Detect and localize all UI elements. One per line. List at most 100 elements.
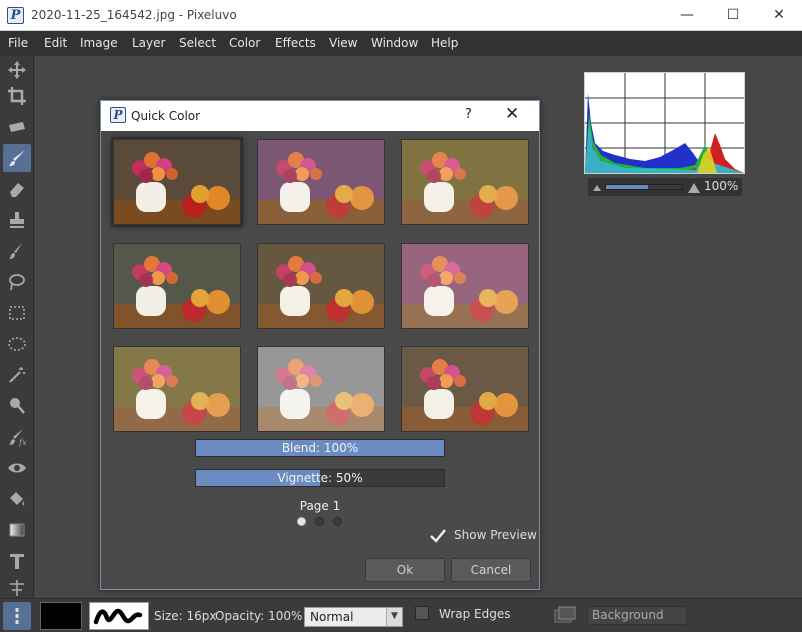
wrap-edges-label: Wrap Edges bbox=[439, 607, 511, 621]
preset-thumbnail-3[interactable] bbox=[401, 139, 529, 225]
text-tool[interactable] bbox=[3, 547, 31, 575]
dialog-help-button[interactable]: ? bbox=[465, 107, 472, 122]
clone-stamp-icon bbox=[10, 212, 24, 228]
crop-tool[interactable] bbox=[3, 82, 31, 110]
red-eye-tool[interactable] bbox=[3, 454, 31, 482]
menu-layer[interactable]: Layer bbox=[132, 36, 165, 50]
primary-color-swatch[interactable] bbox=[40, 602, 82, 630]
page-dot-1[interactable] bbox=[297, 517, 306, 526]
histogram-zoom-slider[interactable] bbox=[605, 184, 683, 190]
smudge-tool[interactable]: fx bbox=[3, 423, 31, 451]
dodge-tool[interactable] bbox=[3, 392, 31, 420]
move-tool[interactable] bbox=[3, 56, 31, 84]
dodge-icon bbox=[10, 398, 25, 414]
brush-stroke-icon bbox=[93, 608, 143, 625]
blend-slider-label: Blend: 100% bbox=[281, 441, 359, 455]
preset-thumbnail-7[interactable] bbox=[113, 346, 241, 432]
fill-icon bbox=[10, 492, 25, 506]
page-dot-2[interactable] bbox=[315, 517, 324, 526]
show-preview-label: Show Preview bbox=[454, 528, 537, 542]
menu-select[interactable]: Select bbox=[179, 36, 216, 50]
ellipse-select-tool[interactable] bbox=[3, 330, 31, 358]
preset-thumbnail-6[interactable] bbox=[401, 243, 529, 329]
move-icon bbox=[8, 61, 26, 79]
menu-window[interactable]: Window bbox=[371, 36, 418, 50]
lasso-tool[interactable] bbox=[3, 268, 31, 296]
fill-tool[interactable] bbox=[3, 485, 31, 513]
preset-thumbnail-4[interactable] bbox=[113, 243, 241, 329]
magic-wand-icon bbox=[9, 367, 25, 383]
layer-name-field[interactable]: Background bbox=[587, 606, 687, 625]
ok-button[interactable]: Ok bbox=[365, 558, 445, 582]
flowers-image bbox=[258, 347, 384, 431]
dialog-titlebar: P Quick Color ? ✕ bbox=[101, 101, 539, 131]
brush-tool[interactable] bbox=[3, 144, 31, 172]
show-preview-checkbox[interactable] bbox=[429, 527, 447, 545]
cancel-button[interactable]: Cancel bbox=[451, 558, 531, 582]
text-icon bbox=[10, 554, 24, 569]
flowers-image bbox=[402, 244, 528, 328]
blend-mode-select[interactable]: Normal ▼ bbox=[304, 607, 403, 627]
flowers-image bbox=[114, 244, 240, 328]
smudge-icon: fx bbox=[9, 429, 27, 447]
eraser-tool[interactable] bbox=[3, 175, 31, 203]
maximize-button[interactable]: ☐ bbox=[710, 0, 756, 30]
clone-stamp-tool[interactable] bbox=[3, 206, 31, 234]
preset-thumbnail-9[interactable] bbox=[401, 346, 529, 432]
menu-edit[interactable]: Edit bbox=[44, 36, 67, 50]
flowers-image bbox=[114, 347, 240, 431]
eraser-icon bbox=[10, 183, 24, 197]
vignette-slider[interactable]: Vignette: 50% bbox=[195, 469, 445, 487]
wrap-edges-checkbox[interactable] bbox=[415, 606, 429, 620]
preset-thumbnail-2[interactable] bbox=[257, 139, 385, 225]
dialog-close-button[interactable]: ✕ bbox=[505, 104, 519, 124]
dialog-app-icon: P bbox=[110, 107, 126, 123]
magic-wand-tool[interactable] bbox=[3, 361, 31, 389]
rect-select-tool[interactable] bbox=[3, 299, 31, 327]
page-dot-3[interactable] bbox=[333, 517, 342, 526]
chevron-down-icon: ▼ bbox=[386, 608, 402, 626]
grip-icon bbox=[15, 608, 19, 624]
vignette-slider-label: Vignette: 50% bbox=[277, 471, 363, 485]
gradient-fill-icon bbox=[9, 523, 25, 537]
preset-thumbnail-5[interactable] bbox=[257, 243, 385, 329]
rect-select-icon bbox=[9, 306, 25, 320]
close-window-button[interactable]: ✕ bbox=[756, 0, 802, 30]
transform-icon bbox=[10, 580, 24, 596]
menu-file[interactable]: File bbox=[8, 36, 28, 50]
preset-thumbnail-8[interactable] bbox=[257, 346, 385, 432]
minimize-button[interactable]: — bbox=[664, 0, 710, 30]
crop-icon bbox=[8, 87, 26, 105]
gradient-tool[interactable] bbox=[3, 113, 31, 141]
brush-preview[interactable] bbox=[89, 602, 149, 630]
gradient-icon bbox=[9, 122, 25, 132]
histogram-graph bbox=[585, 73, 744, 173]
menu-bar: File Edit Image Layer Select Color Effec… bbox=[0, 31, 802, 56]
histogram-slider-fill bbox=[606, 185, 648, 189]
lasso-icon bbox=[9, 274, 25, 291]
app-logo-icon: P bbox=[7, 7, 24, 24]
mountain-large-icon bbox=[688, 183, 700, 193]
window-titlebar: P 2020-11-25_164542.jpg - Pixeluvo — ☐ ✕ bbox=[0, 0, 802, 31]
menu-color[interactable]: Color bbox=[229, 36, 260, 50]
options-toggle-button[interactable] bbox=[3, 602, 31, 630]
brush-size-label: Size: 16px bbox=[154, 609, 217, 623]
blend-slider[interactable]: Blend: 100% bbox=[195, 439, 445, 457]
svg-text:fx: fx bbox=[18, 438, 27, 447]
eye-icon bbox=[8, 463, 26, 473]
preset-thumbnail-1[interactable] bbox=[113, 139, 241, 225]
layers-icon bbox=[554, 606, 576, 623]
histogram-zoom-label: 100% bbox=[704, 179, 739, 193]
gradient-fill-tool[interactable] bbox=[3, 516, 31, 544]
menu-view[interactable]: View bbox=[329, 36, 357, 50]
brush-icon bbox=[9, 150, 25, 166]
menu-image[interactable]: Image bbox=[80, 36, 118, 50]
heal-tool[interactable] bbox=[3, 237, 31, 265]
flowers-image bbox=[258, 244, 384, 328]
menu-effects[interactable]: Effects bbox=[275, 36, 316, 50]
quick-color-dialog: P Quick Color ? ✕ Blend: 100% Vignette: … bbox=[100, 100, 540, 590]
histogram-controls: 100% bbox=[588, 178, 742, 196]
menu-help[interactable]: Help bbox=[431, 36, 458, 50]
dialog-title: Quick Color bbox=[131, 109, 201, 123]
mountain-small-icon bbox=[593, 185, 601, 191]
